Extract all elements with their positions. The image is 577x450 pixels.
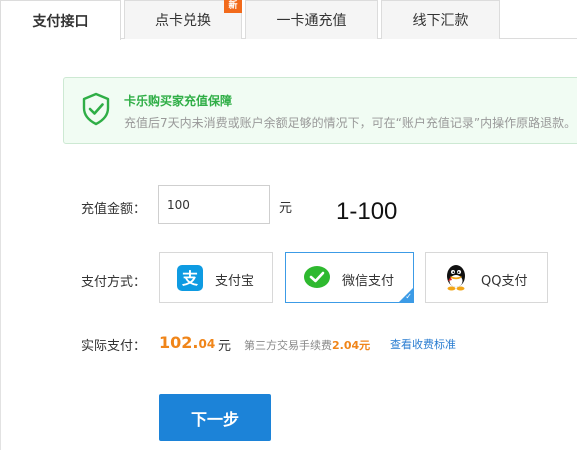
amount-input[interactable] [158, 185, 270, 224]
actual-unit: 元 [218, 339, 232, 354]
notice-title: 卡乐购买家充值保障 [124, 94, 233, 108]
qq-label: QQ支付 [481, 274, 528, 289]
amount-label: 充值金额： [81, 202, 147, 217]
payment-method-label: 支付方式： [81, 275, 147, 290]
wechat-label: 微信支付 [342, 274, 395, 289]
amount-decimal: 04 [198, 337, 216, 351]
wechat-icon [303, 265, 331, 295]
tab-label: 一卡通充值 [276, 13, 347, 29]
amount-integer: 102. [159, 333, 199, 352]
tab-onecard-topup[interactable]: 一卡通充值 [245, 0, 378, 39]
fee-value: 2.04元 [332, 339, 371, 352]
guarantee-notice: 卡乐购买家充值保障 充值后7天内未消费或账户余额足够的情况下，可在“账户充值记录… [63, 77, 577, 144]
tab-payment-interface[interactable]: 支付接口 [0, 0, 121, 40]
new-badge: 新 [224, 0, 242, 13]
qq-icon [444, 264, 468, 296]
fee-info: 第三方交易手续费2.04元 [244, 337, 370, 353]
alipay-label: 支付宝 [215, 274, 255, 289]
fee-prefix: 第三方交易手续费 [244, 339, 332, 352]
actual-amount: 102.04 [159, 333, 215, 352]
amount-range-hint: 1-100 [336, 198, 398, 225]
notice-text: 充值后7天内未消费或账户余额足够的情况下，可在“账户充值记录”内操作原路退款。 [124, 116, 577, 130]
shield-check-icon [81, 92, 111, 130]
svg-text:支: 支 [181, 269, 199, 288]
tab-card-exchange[interactable]: 点卡兑换 新 [124, 0, 242, 39]
tab-label: 线下汇款 [412, 13, 469, 29]
left-divider [0, 39, 1, 450]
payment-option-qq[interactable]: QQ支付 [425, 252, 548, 303]
fee-standard-link[interactable]: 查看收费标准 [390, 336, 456, 352]
next-step-button[interactable]: 下一步 [159, 394, 271, 441]
amount-unit: 元 [279, 201, 293, 216]
tab-offline-remittance[interactable]: 线下汇款 [381, 0, 500, 39]
alipay-icon: 支 [177, 265, 203, 295]
check-icon: ✓ [405, 292, 412, 301]
tab-label: 支付接口 [32, 13, 89, 30]
payment-option-alipay[interactable]: 支 支付宝 [159, 252, 273, 303]
actual-payment-label: 实际支付： [81, 339, 147, 354]
tab-label: 点卡兑换 [155, 13, 211, 29]
tab-bar: 支付接口 点卡兑换 新 一卡通充值 线下汇款 [0, 0, 577, 40]
payment-option-wechat[interactable]: 微信支付 ✓ [285, 252, 414, 303]
